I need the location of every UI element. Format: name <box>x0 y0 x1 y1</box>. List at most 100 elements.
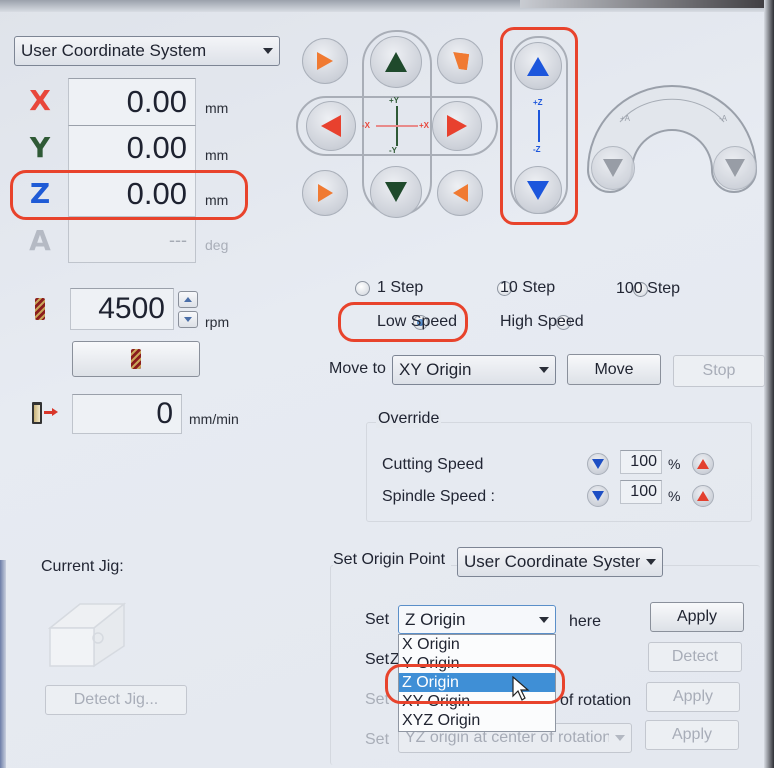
stop-button[interactable]: Stop <box>673 355 765 387</box>
jog-x-plus-button[interactable] <box>432 101 482 151</box>
diagonal-arrow-icon <box>317 184 333 202</box>
move-to-select[interactable]: XY Origin <box>392 355 556 385</box>
jog-diagonal-down-left-button[interactable] <box>302 170 348 216</box>
step-10-label: 10 Step <box>500 279 556 296</box>
rpm-decrement-button[interactable] <box>178 311 198 328</box>
origin-type-select[interactable]: Z Origin <box>398 605 556 634</box>
move-button[interactable]: Move <box>567 354 661 385</box>
jog-diagonal-up-right-button[interactable] <box>437 38 483 84</box>
spindle-speed-unit: % <box>668 488 681 504</box>
y-unit: mm <box>205 147 229 163</box>
set-origin-system-select[interactable]: User Coordinate System <box>457 547 663 577</box>
jog-z-minus-button[interactable] <box>514 166 562 214</box>
step-100-label: 100 Step <box>616 280 681 297</box>
dropdown-option-y-origin[interactable]: Y Origin <box>399 654 555 673</box>
step-1-radio[interactable] <box>355 281 370 296</box>
screen-bezel-corner <box>520 0 774 8</box>
jog-diagonal-down-right-button[interactable] <box>437 170 483 216</box>
axis-x-label: X <box>29 84 51 117</box>
jog-x-minus-button[interactable] <box>306 101 356 151</box>
apply-yz-origin-button[interactable]: Apply <box>645 720 739 750</box>
z-unit: mm <box>205 192 229 208</box>
plus-x-label: +X <box>419 121 430 130</box>
feed-rate-value: 0 <box>72 394 182 434</box>
a-position-value: --- <box>68 217 196 263</box>
high-speed-label: High Speed <box>500 313 584 330</box>
set-origin-row1-suffix: here <box>569 613 602 630</box>
current-jig-label: Current Jig: <box>41 558 124 575</box>
cutting-speed-increase-button[interactable] <box>692 453 714 475</box>
jog-a-plus-button[interactable] <box>591 146 635 190</box>
origin-type-value: Z Origin <box>405 609 466 629</box>
chevron-down-icon <box>539 367 549 373</box>
step-1-label: 1 Step <box>377 279 424 296</box>
spindle-speed-value: 100 <box>620 480 662 504</box>
mouse-cursor-icon <box>512 676 530 701</box>
y-position-value: 0.00 <box>68 125 196 171</box>
apply-origin-button[interactable]: Apply <box>650 602 744 632</box>
spindle-speed-label: Spindle Speed : <box>382 488 495 505</box>
chevron-down-icon <box>615 735 625 741</box>
arrow-down-icon <box>725 159 745 177</box>
rpm-increment-button[interactable] <box>178 291 198 308</box>
minus-z-label: -Z <box>533 145 541 154</box>
diagonal-arrow-icon <box>452 184 468 202</box>
z-axis-line <box>538 110 540 142</box>
x-axis-line <box>376 125 418 127</box>
jog-y-minus-button[interactable] <box>370 166 422 218</box>
set-origin-system-value: User Coordinate System <box>464 552 640 571</box>
cutting-speed-decrease-button[interactable] <box>587 453 609 475</box>
override-title: Override <box>376 410 442 428</box>
rpm-unit: rpm <box>205 314 230 330</box>
jog-z-plus-button[interactable] <box>514 42 562 90</box>
spindle-speed-increase-button[interactable] <box>692 485 714 507</box>
arrow-right-icon <box>447 115 467 137</box>
spindle-toggle-button[interactable] <box>72 341 200 377</box>
jog-a-minus-button[interactable] <box>713 146 757 190</box>
arrow-up-icon <box>527 56 549 76</box>
axis-y-label: Y <box>29 131 51 164</box>
detect-origin-button[interactable]: Detect <box>648 642 742 672</box>
origin-type-dropdown-list: X Origin Y Origin Z Origin XY Origin XYZ… <box>398 634 556 732</box>
chevron-down-icon <box>539 616 549 623</box>
z-position-value: 0.00 <box>68 171 196 217</box>
plus-y-label: +Y <box>389 96 400 105</box>
arrow-down-icon <box>603 159 623 177</box>
spindle-speed-decrease-button[interactable] <box>587 485 609 507</box>
dropdown-option-xy-origin[interactable]: XY Origin <box>399 692 555 711</box>
move-to-label: Move to <box>329 360 386 377</box>
feed-rate-unit: mm/min <box>189 411 239 427</box>
set-origin-title: Set Origin Point <box>333 551 452 569</box>
minus-a-label: -A <box>719 114 727 123</box>
low-speed-label: Low Speed <box>377 313 458 330</box>
arrow-down-icon <box>385 182 407 202</box>
jig-image <box>47 602 127 668</box>
minus-x-label: -X <box>362 121 370 130</box>
diagonal-arrow-icon <box>317 52 333 70</box>
window-edge-left <box>0 560 6 768</box>
a-unit: deg <box>205 237 229 253</box>
dropdown-option-xyz-origin[interactable]: XYZ Origin <box>399 711 555 730</box>
spindle-icon <box>30 298 50 320</box>
detect-jig-button[interactable]: Detect Jig... <box>45 685 187 715</box>
chevron-down-icon <box>646 559 656 565</box>
set-origin-row1-label: Set <box>365 611 390 628</box>
plus-a-label: +A <box>620 114 631 123</box>
coordinate-system-select[interactable]: User Coordinate System <box>14 36 280 66</box>
arrow-down-icon <box>527 180 549 200</box>
screen-bezel-right <box>764 0 774 768</box>
cutting-speed-value: 100 <box>620 450 662 474</box>
dropdown-option-x-origin[interactable]: X Origin <box>399 635 555 654</box>
jog-diagonal-up-left-button[interactable] <box>302 38 348 84</box>
arrow-up-icon <box>697 459 709 469</box>
move-to-value: XY Origin <box>399 360 472 379</box>
cutting-speed-unit: % <box>668 456 681 472</box>
spindle-rpm-input[interactable]: 4500 <box>70 288 174 330</box>
diagonal-arrow-icon <box>450 51 470 71</box>
arrow-up-icon <box>184 297 192 302</box>
dropdown-option-z-origin[interactable]: Z Origin <box>399 673 555 692</box>
feed-rate-icon <box>30 402 62 424</box>
jog-y-plus-button[interactable] <box>370 36 422 88</box>
apply-rotation-origin-button[interactable]: Apply <box>646 682 740 712</box>
arrow-up-icon <box>385 52 407 72</box>
